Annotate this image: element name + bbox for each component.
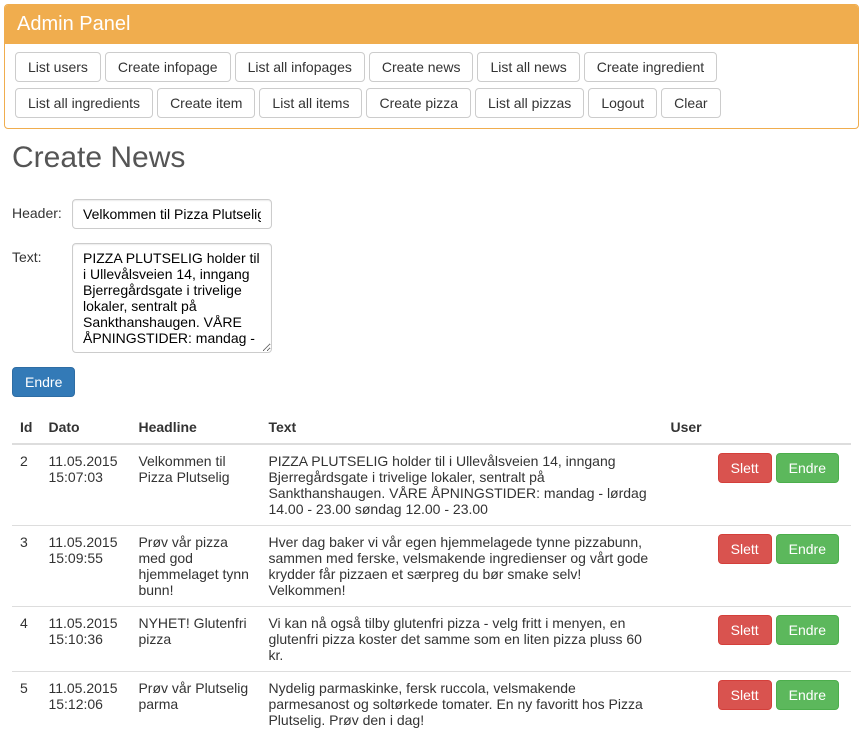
nav-btn-list-all-infopages[interactable]: List all infopages: [235, 52, 365, 82]
edit-button[interactable]: Endre: [776, 680, 839, 710]
nav-btn-clear[interactable]: Clear: [661, 88, 720, 118]
cell-user: [662, 526, 709, 607]
page-title: Create News: [12, 141, 851, 175]
nav-btn-logout[interactable]: Logout: [588, 88, 657, 118]
header-input[interactable]: [72, 199, 272, 229]
cell-text: Hver dag baker vi vår egen hjemmelagede …: [260, 526, 662, 607]
cell-headline: Prøv vår pizza med god hjemmelaget tynn …: [130, 526, 260, 607]
cell-actions: SlettEndre: [710, 444, 851, 526]
th-id: Id: [12, 411, 40, 444]
delete-button[interactable]: Slett: [718, 534, 772, 564]
th-dato: Dato: [40, 411, 130, 444]
cell-actions: SlettEndre: [710, 607, 851, 672]
table-row: 211.05.2015 15:07:03Velkommen til Pizza …: [12, 444, 851, 526]
cell-headline: Prøv vår Plutselig parma: [130, 672, 260, 736]
nav-btn-list-all-ingredients[interactable]: List all ingredients: [15, 88, 153, 118]
cell-actions: SlettEndre: [710, 672, 851, 736]
delete-button[interactable]: Slett: [718, 615, 772, 645]
th-headline: Headline: [130, 411, 260, 444]
cell-headline: Velkommen til Pizza Plutselig: [130, 444, 260, 526]
table-header-row: Id Dato Headline Text User: [12, 411, 851, 444]
th-text: Text: [260, 411, 662, 444]
form-row-text: Text:: [12, 243, 851, 353]
table-row: 411.05.2015 15:10:36NYHET! Glutenfri piz…: [12, 607, 851, 672]
edit-button[interactable]: Endre: [776, 615, 839, 645]
cell-dato: 11.05.2015 15:12:06: [40, 672, 130, 736]
table-row: 311.05.2015 15:09:55Prøv vår pizza med g…: [12, 526, 851, 607]
nav-btn-list-all-items[interactable]: List all items: [259, 88, 362, 118]
nav-btn-create-pizza[interactable]: Create pizza: [366, 88, 471, 118]
th-actions: [710, 411, 851, 444]
nav-btn-create-news[interactable]: Create news: [369, 52, 474, 82]
cell-id: 4: [12, 607, 40, 672]
nav-btn-create-infopage[interactable]: Create infopage: [105, 52, 231, 82]
text-textarea[interactable]: [72, 243, 272, 353]
delete-button[interactable]: Slett: [718, 453, 772, 483]
nav-bar: List usersCreate infopageList all infopa…: [5, 44, 858, 128]
cell-text: Nydelig parmaskinke, fersk ruccola, vels…: [260, 672, 662, 736]
delete-button[interactable]: Slett: [718, 680, 772, 710]
cell-text: Vi kan nå også tilby glutenfri pizza - v…: [260, 607, 662, 672]
submit-wrap: Endre: [12, 367, 851, 397]
nav-btn-list-all-pizzas[interactable]: List all pizzas: [475, 88, 584, 118]
admin-panel: Admin Panel List usersCreate infopageLis…: [4, 4, 859, 129]
nav-btn-list-all-news[interactable]: List all news: [477, 52, 579, 82]
nav-btn-create-item[interactable]: Create item: [157, 88, 255, 118]
text-label: Text:: [12, 243, 72, 265]
cell-id: 3: [12, 526, 40, 607]
edit-button[interactable]: Endre: [776, 453, 839, 483]
cell-id: 2: [12, 444, 40, 526]
header-label: Header:: [12, 199, 72, 221]
nav-btn-list-users[interactable]: List users: [15, 52, 101, 82]
cell-id: 5: [12, 672, 40, 736]
cell-dato: 11.05.2015 15:09:55: [40, 526, 130, 607]
th-user: User: [662, 411, 709, 444]
nav-btn-create-ingredient[interactable]: Create ingredient: [584, 52, 717, 82]
form-row-header: Header:: [12, 199, 851, 229]
edit-button[interactable]: Endre: [776, 534, 839, 564]
cell-dato: 11.05.2015 15:10:36: [40, 607, 130, 672]
news-table: Id Dato Headline Text User 211.05.2015 1…: [12, 411, 851, 736]
cell-dato: 11.05.2015 15:07:03: [40, 444, 130, 526]
cell-user: [662, 444, 709, 526]
panel-title: Admin Panel: [5, 5, 858, 44]
cell-actions: SlettEndre: [710, 526, 851, 607]
cell-user: [662, 607, 709, 672]
cell-headline: NYHET! Glutenfri pizza: [130, 607, 260, 672]
cell-text: PIZZA PLUTSELIG holder til i Ullevålsvei…: [260, 444, 662, 526]
submit-button[interactable]: Endre: [12, 367, 75, 397]
cell-user: [662, 672, 709, 736]
table-row: 511.05.2015 15:12:06Prøv vår Plutselig p…: [12, 672, 851, 736]
